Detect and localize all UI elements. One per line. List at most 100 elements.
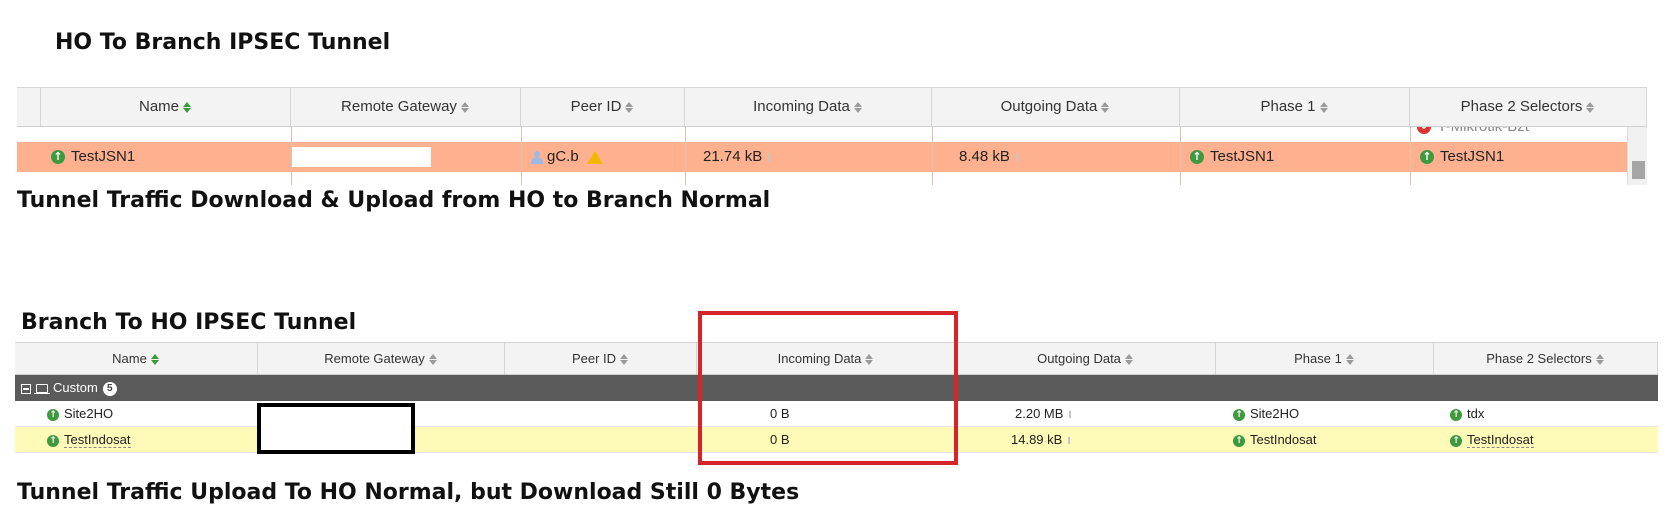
- warning-triangle-icon: [586, 150, 603, 164]
- column-header-label: Remote Gateway: [324, 351, 425, 366]
- column-divider: [1180, 127, 1181, 185]
- column-header-name[interactable]: Name: [15, 343, 258, 374]
- sort-icon[interactable]: [625, 101, 634, 114]
- column-header-label: Phase 2 Selectors: [1486, 351, 1592, 366]
- redacted-remote-gateway: [257, 403, 415, 454]
- cell-peer-id: gC.b: [531, 142, 603, 172]
- cell-name[interactable]: ↑ TestIndosat: [47, 427, 131, 453]
- phase2-value: TestJSN1: [1440, 148, 1505, 165]
- cell-remote-gateway: [291, 142, 521, 172]
- top-section-title: HO To Branch IPSEC Tunnel: [55, 30, 391, 55]
- redacted-remote-gateway: [291, 147, 431, 167]
- arrow-up-circle-icon: ↑: [1420, 150, 1434, 165]
- arrow-up-circle-icon: ↑: [1190, 150, 1204, 165]
- header-spacer: [17, 88, 41, 126]
- table-row[interactable]: ↑ TestJSN1 gC.b 21.74 kB 8.48 kB ↑ TestJSN…: [17, 142, 1627, 172]
- column-header-remote-gateway[interactable]: Remote Gateway: [258, 343, 505, 374]
- incoming-data-highlight-box: [698, 311, 958, 465]
- group-count-badge: 5: [102, 381, 117, 396]
- column-header-incoming-data[interactable]: Incoming Data: [685, 88, 932, 126]
- arrow-up-circle-icon: ↑: [47, 408, 59, 421]
- column-divider: [521, 127, 522, 185]
- bottom-section-caption: Tunnel Traffic Upload To HO Normal, but …: [17, 480, 800, 505]
- column-header-name[interactable]: Name: [41, 88, 291, 126]
- sort-icon[interactable]: [460, 101, 470, 114]
- arrow-up-circle-icon: ↑: [1233, 434, 1245, 447]
- vertical-scrollbar[interactable]: [1627, 127, 1647, 185]
- column-header-peer-id[interactable]: Peer ID: [505, 343, 697, 374]
- table-row-partial[interactable]: ↓ Y-Mikrotik-Bzt: [17, 127, 1627, 142]
- phase2-value: tdx: [1467, 406, 1485, 421]
- incoming-data-value: 21.74 kB: [703, 148, 763, 165]
- cell-incoming-data: 21.74 kB: [703, 142, 771, 172]
- phase1-value: TestJSN1: [1210, 148, 1275, 165]
- cell-phase1[interactable]: ↑ TestJSN1: [1190, 142, 1274, 172]
- traffic-bar: [1069, 411, 1072, 419]
- sort-icon[interactable]: [1101, 101, 1110, 114]
- traffic-bar: [768, 152, 771, 162]
- sort-icon[interactable]: [1124, 353, 1134, 366]
- laptop-icon: [34, 384, 50, 395]
- column-header-label: Phase 1: [1260, 98, 1316, 115]
- cell-outgoing-data: 8.48 kB: [959, 142, 1018, 172]
- arrow-down-circle-icon: ↓: [1417, 127, 1431, 135]
- column-header-peer-id[interactable]: Peer ID: [521, 88, 685, 126]
- sort-icon[interactable]: [853, 101, 863, 114]
- column-header-label: Name: [112, 351, 147, 366]
- column-header-phase1[interactable]: Phase 1: [1216, 343, 1434, 374]
- column-divider: [685, 127, 686, 185]
- outgoing-data-value: 8.48 kB: [959, 148, 1010, 165]
- phase1-value: TestIndosat: [1250, 432, 1317, 447]
- ho-to-branch-tunnel-table: Name Remote Gateway Peer ID Incoming Dat…: [17, 87, 1647, 185]
- column-header-phase2-selectors[interactable]: Phase 2 Selectors: [1410, 88, 1647, 126]
- top-section-caption: Tunnel Traffic Download & Upload from HO…: [17, 188, 771, 213]
- sort-icon[interactable]: [620, 353, 629, 366]
- sort-icon[interactable]: [428, 353, 438, 366]
- column-header-phase2-selectors[interactable]: Phase 2 Selectors: [1434, 343, 1658, 374]
- column-divider: [291, 127, 292, 185]
- column-header-outgoing-data[interactable]: Outgoing Data: [932, 88, 1180, 126]
- cell-outgoing-data: 2.20 MB: [1015, 401, 1072, 427]
- cell-phase2[interactable]: ↑ TestJSN1: [1420, 142, 1504, 172]
- sort-icon[interactable]: [1319, 101, 1329, 114]
- cell-phase2[interactable]: ↑ TestIndosat: [1450, 427, 1534, 453]
- column-header-label: Name: [138, 98, 179, 115]
- phase2-selector: Y-Mikrotik-Bzt: [1437, 127, 1529, 135]
- scrollbar-thumb[interactable]: [1632, 161, 1645, 179]
- sort-icon[interactable]: [150, 353, 160, 366]
- column-header-label: Remote Gateway: [341, 98, 457, 115]
- cell-name[interactable]: ↑ Site2HO: [47, 401, 113, 427]
- column-header-label: Phase 2 Selectors: [1460, 98, 1583, 115]
- cell-phase1[interactable]: ↑ Site2HO: [1233, 401, 1299, 427]
- outgoing-data-value: 14.89 kB: [1011, 432, 1063, 447]
- arrow-up-circle-icon: ↑: [47, 434, 59, 447]
- sort-icon[interactable]: [183, 101, 192, 114]
- column-header-label: Phase 1: [1294, 351, 1342, 366]
- table-body: ↓ Y-Mikrotik-Bzt ↑ TestJSN1 gC.b 21.74 kB …: [17, 127, 1627, 185]
- phase2-value: TestIndosat: [1467, 432, 1534, 448]
- column-header-label: Outgoing Data: [1037, 351, 1121, 366]
- tunnel-name: TestIndosat: [64, 432, 131, 448]
- sort-icon[interactable]: [1586, 101, 1595, 114]
- sort-icon[interactable]: [1345, 353, 1355, 366]
- cell-phase2[interactable]: ↑ tdx: [1450, 401, 1484, 427]
- column-divider: [1410, 127, 1411, 185]
- bottom-section-title: Branch To HO IPSEC Tunnel: [21, 310, 357, 335]
- column-header-label: Incoming Data: [753, 98, 850, 115]
- column-header-phase1[interactable]: Phase 1: [1180, 88, 1410, 126]
- column-header-remote-gateway[interactable]: Remote Gateway: [291, 88, 521, 126]
- column-header-label: Outgoing Data: [1000, 98, 1098, 115]
- tunnel-name: TestJSN1: [71, 148, 136, 165]
- cell-phase1[interactable]: ↑ TestIndosat: [1233, 427, 1317, 453]
- phase1-value: Site2HO: [1250, 406, 1300, 421]
- arrow-up-circle-icon: ↑: [1450, 434, 1462, 447]
- column-header-outgoing-data[interactable]: Outgoing Data: [956, 343, 1216, 374]
- cell-name[interactable]: ↑ TestJSN1: [51, 142, 135, 172]
- collapse-minus-icon[interactable]: [21, 383, 31, 394]
- arrow-up-circle-icon: ↑: [1233, 408, 1245, 421]
- column-divider: [932, 127, 933, 185]
- user-icon: [531, 150, 543, 164]
- column-header-label: Peer ID: [571, 351, 617, 366]
- traffic-bar: [1068, 437, 1071, 445]
- sort-icon[interactable]: [1595, 353, 1605, 366]
